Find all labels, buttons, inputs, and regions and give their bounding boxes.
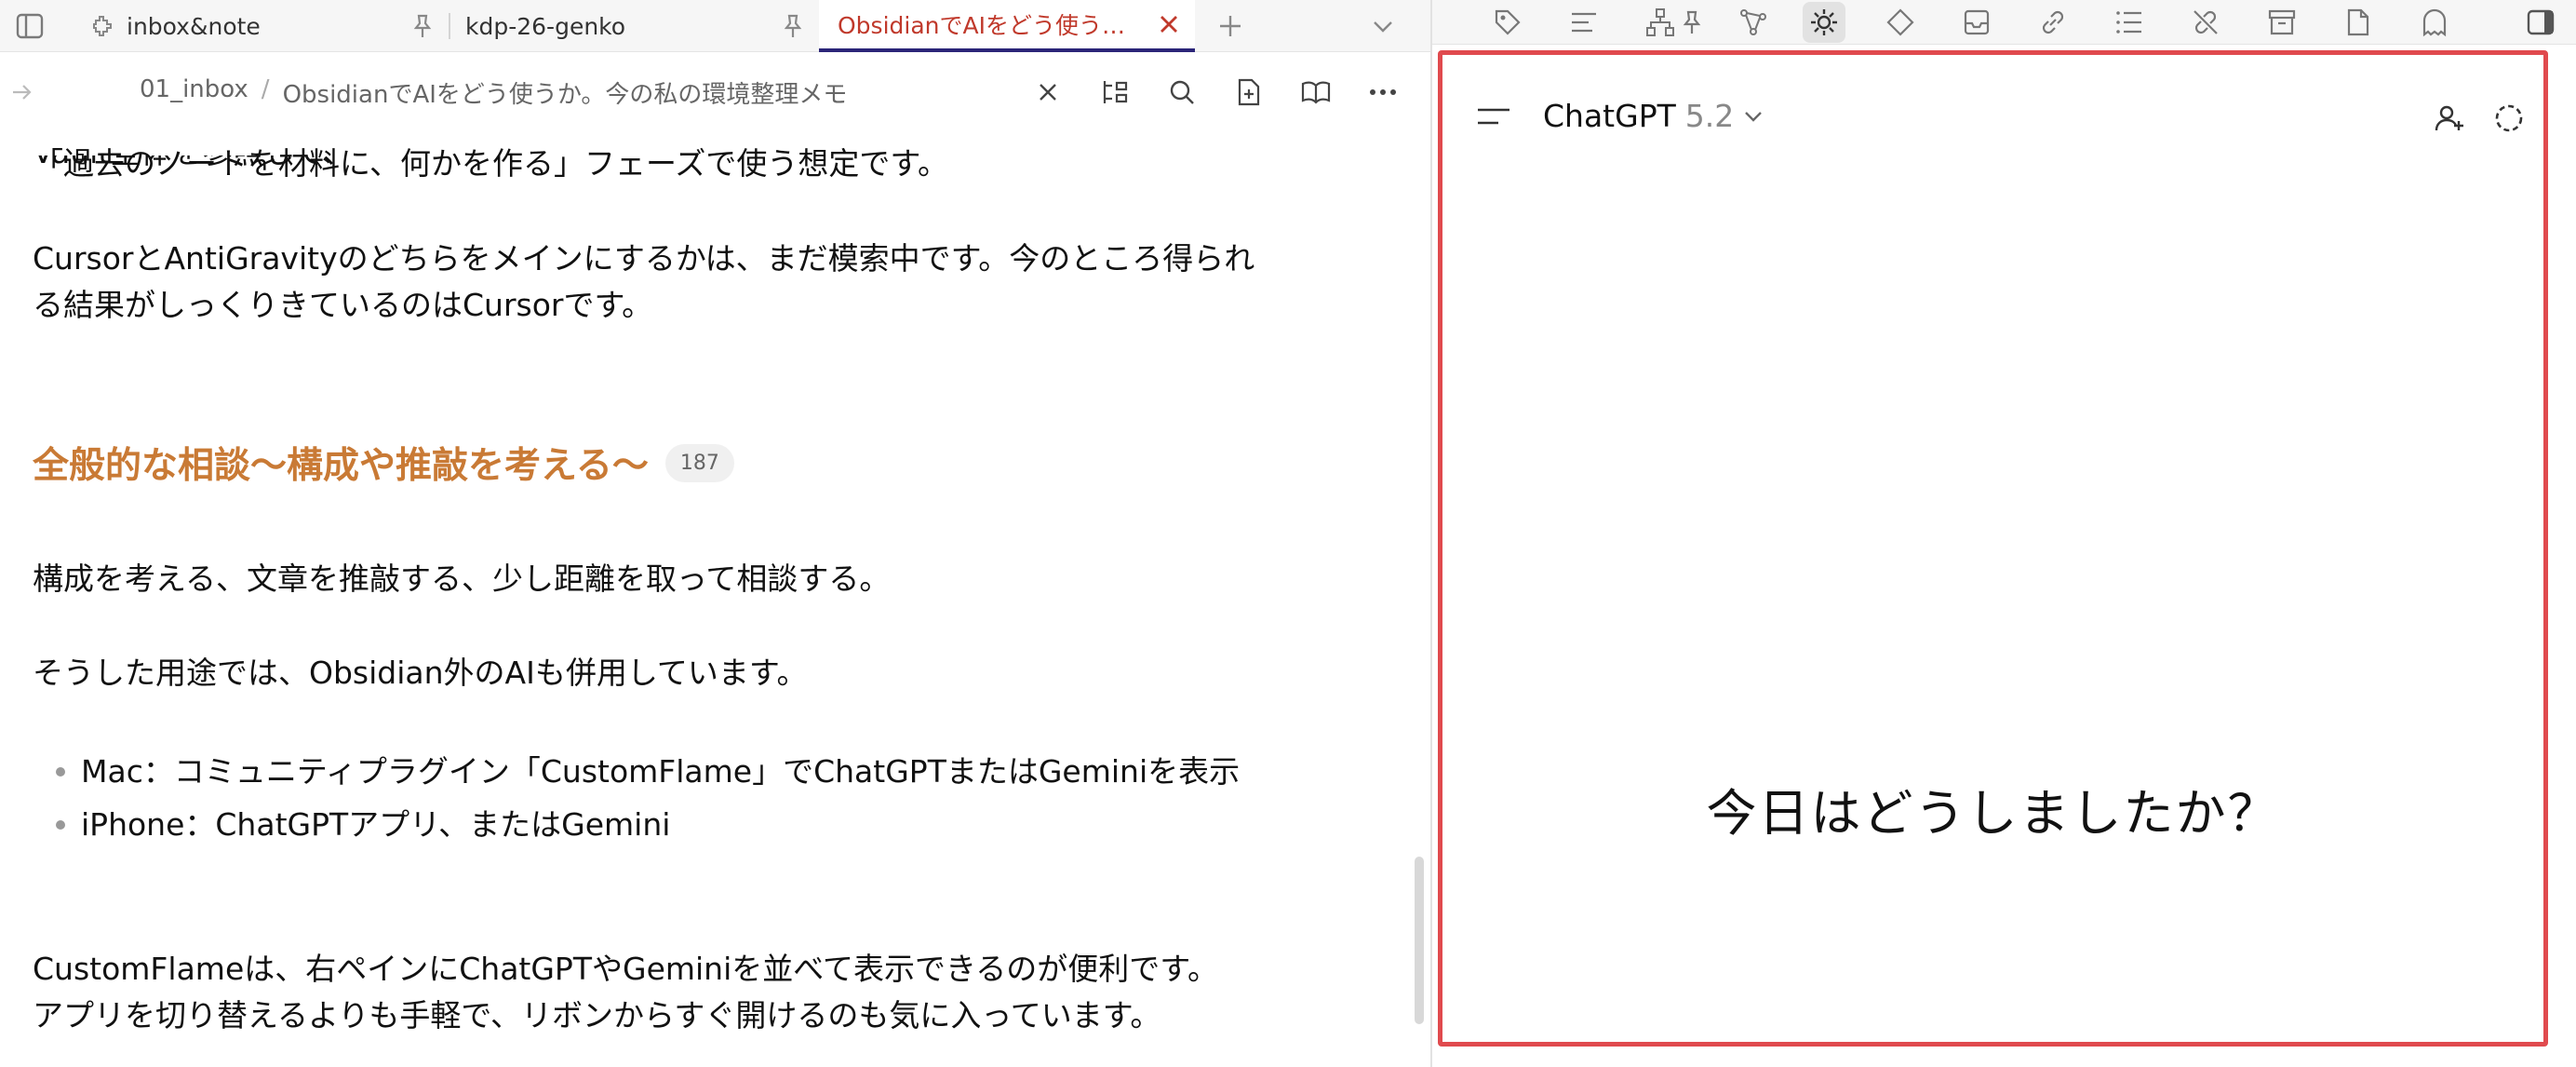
archive-icon[interactable]	[2261, 2, 2303, 43]
temporary-chat-icon[interactable]	[2489, 98, 2529, 139]
diamond-icon[interactable]	[1879, 2, 1922, 43]
note-paragraph: 構成を考える、文章を推敲する、少し距離を取って相談する。	[33, 561, 891, 597]
reading-view-icon[interactable]	[1297, 74, 1335, 111]
bullet-marker	[56, 767, 65, 777]
close-icon[interactable]	[1029, 74, 1067, 111]
note-paragraph: CustomFlameは、右ペインにChatGPTやGeminiを並べて表示でき…	[33, 951, 1218, 987]
list-item: Mac：コミュニティプラグイン「CustomFlame」でChatGPTまたはG…	[81, 753, 1241, 790]
tab-divider	[449, 13, 450, 39]
view-header: 01_inbox / ObsidianでAIをどう使うか。今の私の環境整理メモ	[0, 53, 1430, 131]
breadcrumb-file[interactable]: ObsidianでAIをどう使うか。今の私の環境整理メモ	[283, 75, 848, 110]
chat-greeting: 今日はどうしましたか？	[1706, 784, 2280, 843]
pin-icon[interactable]	[1670, 2, 1713, 43]
model-version: 5.2	[1684, 98, 1735, 134]
note-paragraph: そうした用途では、Obsidian外のAIも併用しています。	[33, 655, 808, 691]
plus-icon[interactable]	[1212, 7, 1249, 45]
note-content[interactable]: Vault全体を参照して、 「過去のノートを材料に、何かを作る」フェーズで使う想…	[0, 131, 1430, 1067]
unlink-icon[interactable]	[2184, 2, 2227, 43]
add-user-icon[interactable]	[2429, 98, 2470, 139]
new-note-icon[interactable]	[1230, 74, 1268, 111]
editor-pane: inbox&note kdp-26-genko ObsidianでAIをどう使う…	[0, 0, 1430, 1067]
note-paragraph: 「過去のノートを材料に、何かを作る」フェーズで使う想定です。	[33, 145, 949, 182]
arrow-right-icon[interactable]	[4, 74, 41, 111]
openai-icon[interactable]	[1803, 2, 1845, 43]
pin-icon[interactable]	[774, 7, 812, 45]
list-icon[interactable]	[2108, 2, 2151, 43]
plugin-icon	[91, 14, 115, 38]
hamburger-icon[interactable]	[1470, 98, 1517, 135]
model-name: ChatGPT	[1543, 98, 1676, 134]
pin-icon[interactable]	[404, 7, 441, 45]
tab-label: kdp-26-genko	[465, 12, 626, 40]
breadcrumb-separator: /	[261, 75, 270, 103]
tab-label: ObsidianでAIをどう使う…	[838, 12, 1125, 39]
link-icon[interactable]	[2032, 2, 2074, 43]
tab-label: inbox&note	[127, 12, 261, 40]
note-heading: 全般的な相談〜構成や推敲を考える〜 187	[33, 437, 734, 489]
bullet-marker	[56, 820, 65, 830]
file-icon[interactable]	[2337, 2, 2380, 43]
heading-text: 全般的な相談〜構成や推敲を考える〜	[33, 445, 649, 487]
more-options-icon[interactable]	[1364, 74, 1402, 111]
ghost-icon[interactable]	[2413, 2, 2456, 43]
ribbon-toolbar	[1432, 0, 2576, 45]
tag-icon[interactable]	[1486, 2, 1529, 43]
graph-icon[interactable]	[1732, 2, 1775, 43]
breadcrumb-folder[interactable]: 01_inbox	[140, 75, 248, 110]
sidebar-left-icon[interactable]	[11, 7, 48, 45]
scrollbar[interactable]	[1415, 857, 1424, 1024]
breadcrumb: 01_inbox / ObsidianでAIをどう使うか。今の私の環境整理メモ	[140, 75, 847, 110]
chat-pane: ChatGPT 5.2 今日はどうしましたか？	[1432, 0, 2576, 1067]
chevron-down-icon	[1743, 109, 1764, 124]
search-icon[interactable]	[1163, 74, 1201, 111]
tab-obsidian-ai[interactable]: ObsidianでAIをどう使う…	[819, 0, 1195, 52]
note-paragraph: る結果がしっくりきているのはCursorです。	[33, 287, 653, 323]
chevron-down-icon[interactable]	[1364, 7, 1402, 45]
tab-bar: inbox&note kdp-26-genko ObsidianでAIをどう使う…	[0, 0, 1430, 52]
tab-kdp-genko[interactable]: kdp-26-genko	[465, 0, 625, 52]
align-left-icon[interactable]	[1563, 2, 1605, 43]
archive-box-icon[interactable]	[1955, 2, 1998, 43]
note-paragraph: CursorとAntiGravityのどちらをメインにするかは、まだ模索中です。…	[33, 240, 1255, 277]
list-item: iPhone：ChatGPTアプリ、またはGemini	[81, 806, 671, 843]
outline-icon[interactable]	[1096, 74, 1134, 111]
word-count-badge: 187	[664, 443, 734, 482]
chatgpt-webview[interactable]: ChatGPT 5.2 今日はどうしましたか？	[1438, 50, 2548, 1047]
close-icon[interactable]	[1156, 11, 1182, 37]
tab-inbox-note[interactable]: inbox&note	[91, 0, 261, 52]
sidebar-right-icon[interactable]	[2519, 2, 2562, 43]
model-selector[interactable]: ChatGPT 5.2	[1543, 98, 1764, 134]
note-paragraph: アプリを切り替えるよりも手軽で、リボンからすぐ開けるのも気に入っています。	[33, 997, 1161, 1033]
